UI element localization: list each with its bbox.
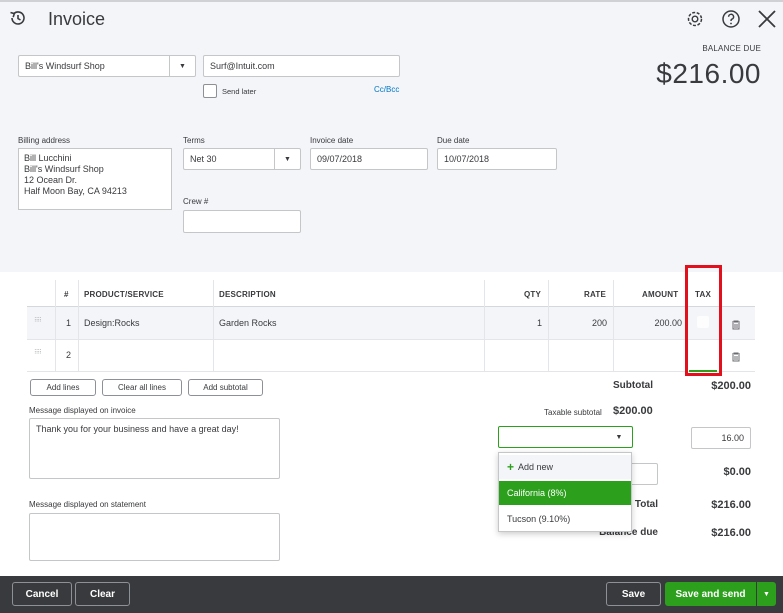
statement-message-label: Message displayed on statement xyxy=(29,500,146,509)
row-number: 2 xyxy=(66,350,72,360)
row-divider xyxy=(27,339,755,340)
taxable-subtotal-label: Taxable subtotal xyxy=(544,408,602,417)
tax-option-tucson[interactable]: Tucson (9.10%) xyxy=(499,507,631,531)
billing-address-label: Billing address xyxy=(18,136,71,145)
billing-line: Bill Lucchini xyxy=(24,153,72,163)
clear-all-lines-button[interactable]: Clear all lines xyxy=(102,379,182,396)
invoice-date-value: 09/07/2018 xyxy=(317,154,363,164)
due-date-field[interactable]: 10/07/2018 xyxy=(437,148,557,170)
row-amount[interactable]: 200.00 xyxy=(620,318,682,328)
save-options-chevron-icon[interactable]: ▼ xyxy=(757,582,776,606)
billing-line: Half Moon Bay, CA 94213 xyxy=(24,186,127,196)
col-header-num: # xyxy=(64,290,69,299)
terms-label: Terms xyxy=(183,136,205,145)
tax-amount-value: 16.00 xyxy=(721,433,744,443)
row-qty[interactable]: 1 xyxy=(500,318,542,328)
col-header-description: DESCRIPTION xyxy=(219,290,276,299)
invoice-date-label: Invoice date xyxy=(310,136,354,145)
help-icon[interactable] xyxy=(720,8,742,30)
balance-due-label: BALANCE DUE xyxy=(702,44,761,53)
page-title: Invoice xyxy=(48,9,106,29)
col-divider xyxy=(213,280,214,371)
due-date-value: 10/07/2018 xyxy=(444,154,490,164)
row-product[interactable]: Design:Rocks xyxy=(84,318,140,328)
add-new-label: Add new xyxy=(518,462,554,472)
row-description[interactable]: Garden Rocks xyxy=(219,318,277,328)
invoice-header-panel xyxy=(0,0,783,272)
billing-address-field[interactable]: Bill Lucchini Bill's Windsurf Shop 12 Oc… xyxy=(18,148,172,210)
taxable-subtotal-value: $200.00 xyxy=(613,405,653,417)
send-later-checkbox[interactable] xyxy=(203,84,217,98)
trash-icon[interactable] xyxy=(731,352,741,362)
add-new-option[interactable]: + Add new xyxy=(499,455,631,479)
tax-rate-dropdown: + Add new California (8%) Tucson (9.10%) xyxy=(498,452,632,532)
billing-line: Bill's Windsurf Shop xyxy=(24,164,104,174)
statement-message-textarea[interactable] xyxy=(29,513,280,561)
row-rate[interactable]: 200 xyxy=(560,318,607,328)
col-divider xyxy=(484,280,485,371)
col-header-amount: AMOUNT xyxy=(642,290,679,299)
close-icon[interactable] xyxy=(756,8,778,30)
due-date-label: Due date xyxy=(437,136,470,145)
billing-line: 12 Ocean Dr. xyxy=(24,175,78,185)
shipping-value: $0.00 xyxy=(723,466,751,478)
crew-field[interactable] xyxy=(183,210,301,233)
subtotal-label: Subtotal xyxy=(613,380,653,391)
save-and-send-button[interactable]: Save and send xyxy=(665,582,756,606)
add-subtotal-button[interactable]: Add subtotal xyxy=(188,379,263,396)
add-lines-button[interactable]: Add lines xyxy=(30,379,96,396)
save-button[interactable]: Save xyxy=(606,582,661,606)
row-divider xyxy=(27,371,755,372)
col-divider xyxy=(55,280,56,371)
invoice-message-label: Message displayed on invoice xyxy=(29,406,136,415)
row-number: 1 xyxy=(66,318,72,328)
terms-value: Net 30 xyxy=(190,154,217,164)
customer-name: Bill's Windsurf Shop xyxy=(25,61,105,71)
balance-due-value-bottom: $216.00 xyxy=(711,527,751,539)
crew-label: Crew # xyxy=(183,197,209,206)
shipping-input[interactable] xyxy=(630,463,658,485)
col-divider xyxy=(548,280,549,371)
cc-bcc-link[interactable]: Cc/Bcc xyxy=(374,85,399,94)
gear-icon[interactable] xyxy=(684,8,706,30)
col-header-qty: QTY xyxy=(524,290,542,299)
chevron-down-icon[interactable]: ▼ xyxy=(274,149,300,169)
history-icon[interactable] xyxy=(8,8,28,28)
chevron-down-icon[interactable]: ▼ xyxy=(169,56,195,76)
balance-due-amount: $216.00 xyxy=(656,58,761,89)
customer-select[interactable]: Bill's Windsurf Shop ▼ xyxy=(18,55,196,77)
tax-rate-select[interactable]: ▼ xyxy=(498,426,633,448)
col-divider xyxy=(78,280,79,371)
email-value: Surf@Intuit.com xyxy=(210,61,275,71)
top-divider xyxy=(0,0,783,2)
cancel-button[interactable]: Cancel xyxy=(12,582,72,606)
subtotal-value: $200.00 xyxy=(711,380,751,392)
email-field[interactable]: Surf@Intuit.com xyxy=(203,55,400,77)
invoice-message-textarea[interactable]: Thank you for your business and have a g… xyxy=(29,418,280,479)
trash-icon[interactable] xyxy=(731,320,741,330)
drag-handle-icon[interactable]: ⠿⠿ xyxy=(34,349,42,356)
col-header-rate: RATE xyxy=(584,290,606,299)
plus-icon: + xyxy=(507,460,515,474)
chevron-down-icon[interactable]: ▼ xyxy=(606,427,632,447)
col-header-product: PRODUCT/SERVICE xyxy=(84,290,164,299)
tax-amount-input[interactable]: 16.00 xyxy=(691,427,751,449)
total-value: $216.00 xyxy=(711,499,751,511)
send-later-label: Send later xyxy=(222,87,257,96)
terms-select[interactable]: Net 30 ▼ xyxy=(183,148,301,170)
tax-column-highlight xyxy=(685,265,722,376)
drag-handle-icon[interactable]: ⠿⠿ xyxy=(34,317,42,324)
tax-option-california[interactable]: California (8%) xyxy=(499,481,631,505)
col-divider xyxy=(613,280,614,371)
invoice-date-field[interactable]: 09/07/2018 xyxy=(310,148,428,170)
clear-button[interactable]: Clear xyxy=(75,582,130,606)
